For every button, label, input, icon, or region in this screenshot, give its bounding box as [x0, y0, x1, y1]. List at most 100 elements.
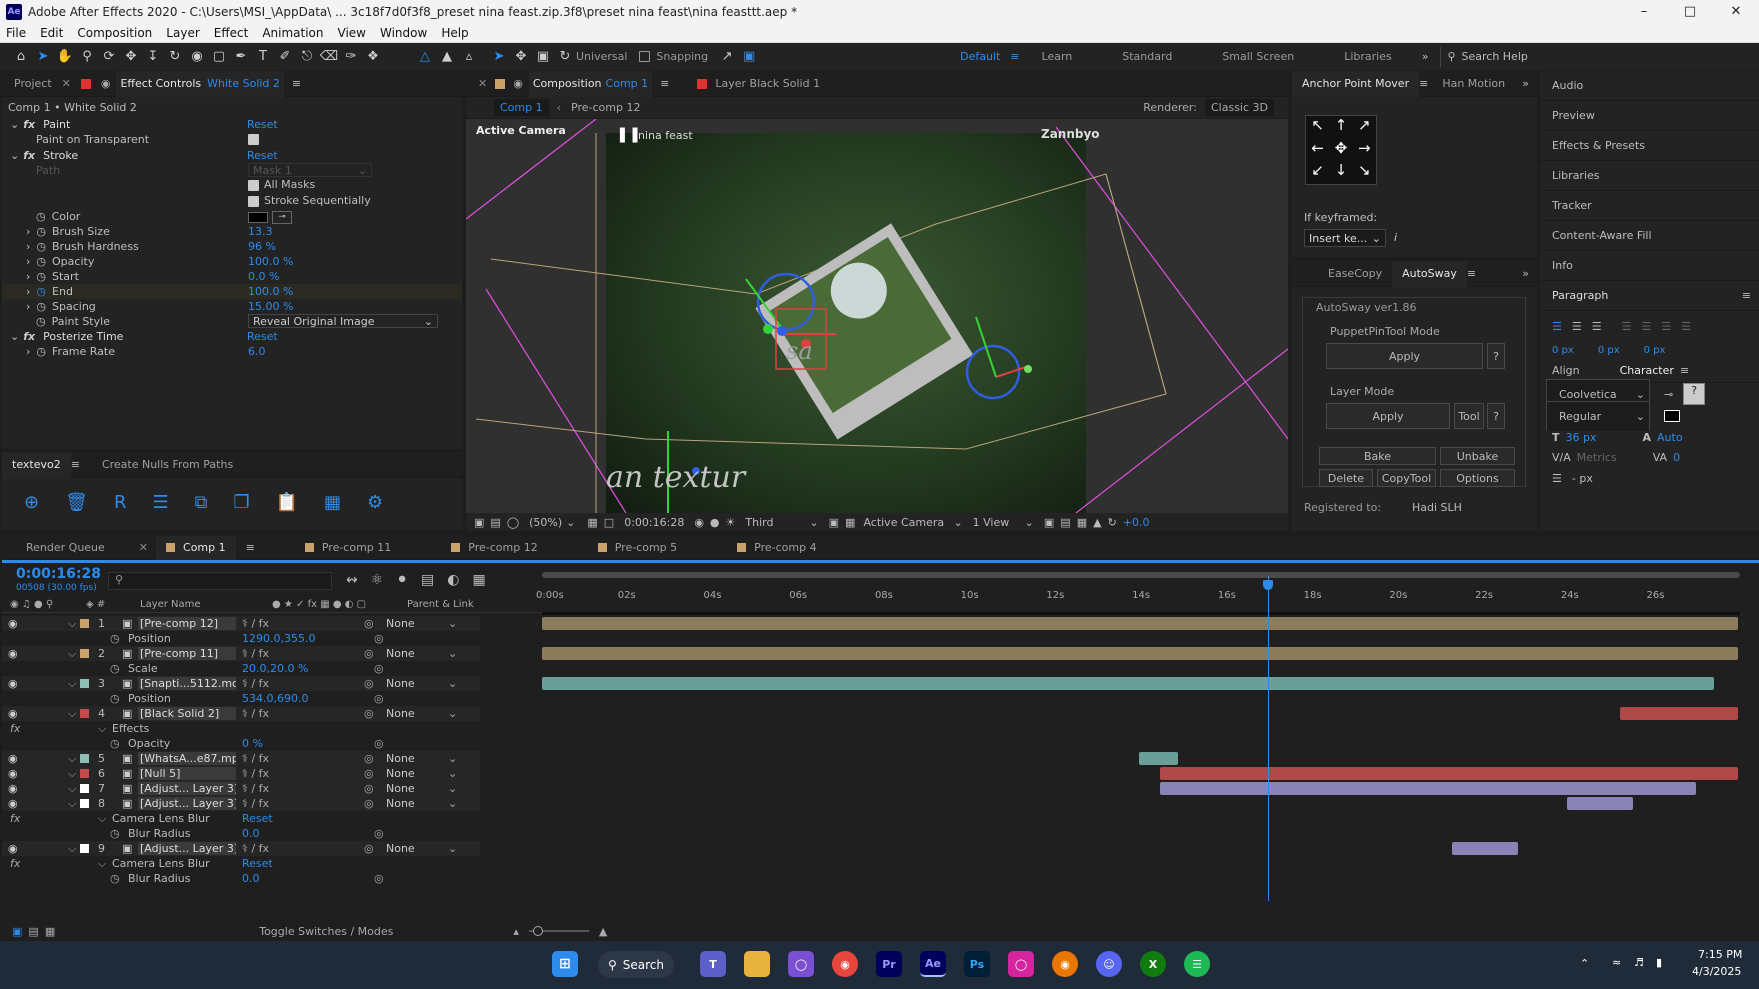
expand-arrow-icon[interactable]: ⌵ [68, 797, 76, 811]
menu-window[interactable]: Window [380, 26, 427, 40]
reset-exposure-icon[interactable]: ↻ [1108, 516, 1117, 529]
parent-dropdown[interactable]: None [386, 677, 415, 690]
property-value[interactable]: 0.0 [242, 872, 260, 885]
timeline-icon[interactable]: ▦ [1077, 516, 1087, 529]
visibility-eye-icon[interactable]: ◉ [8, 797, 18, 810]
workspace-menu-icon[interactable]: ≡ [1010, 50, 1019, 63]
parent-dropdown[interactable]: None [386, 617, 415, 630]
end-value[interactable]: 100.0 % [248, 285, 293, 298]
visibility-eye-icon[interactable]: ◉ [8, 617, 18, 630]
render-icon[interactable]: ▣ [12, 925, 22, 938]
brush-tool-icon[interactable]: ✐ [274, 46, 296, 68]
pickwhip-icon[interactable]: ◎ [364, 707, 374, 720]
expand-arrow-icon[interactable]: › [26, 285, 30, 298]
more-panels-icon[interactable]: » [1522, 267, 1529, 280]
search-help-field[interactable]: ⚲ Search Help [1440, 46, 1630, 67]
tab-easecopy[interactable]: EaseCopy [1292, 261, 1392, 287]
snap-features-icon[interactable]: ▣ [738, 46, 760, 68]
toggle-switches-modes[interactable]: Toggle Switches / Modes [259, 925, 393, 938]
expand-arrow-icon[interactable]: ⌄ [10, 118, 19, 131]
xbox-icon[interactable]: X [1140, 951, 1166, 977]
layer-name-header[interactable]: Layer Name [140, 599, 201, 610]
brush-hardness-value[interactable]: 96 % [248, 240, 276, 253]
renderer-value[interactable]: Classic 3D [1204, 99, 1274, 116]
label-color-swatch[interactable] [80, 784, 89, 793]
blender-icon[interactable]: ◉ [1052, 951, 1078, 977]
clone-stamp-icon[interactable]: ⎋ [296, 46, 318, 68]
layer-duration-bar[interactable] [1566, 797, 1633, 810]
workspace-small-screen[interactable]: Small Screen [1222, 50, 1294, 63]
view-layout-select[interactable]: 1 View [973, 516, 1025, 529]
menu-edit[interactable]: Edit [40, 26, 63, 40]
color-swatch[interactable] [248, 212, 268, 223]
opacity-value[interactable]: 100.0 % [248, 255, 293, 268]
menu-file[interactable]: File [6, 26, 26, 40]
menu-animation[interactable]: Animation [262, 26, 323, 40]
expand-arrow-icon[interactable]: ⌵ [68, 677, 76, 691]
snapping-label[interactable]: Snapping [656, 50, 708, 63]
current-time-display[interactable]: 0:00:16:28 [624, 516, 684, 529]
pickwhip-icon[interactable]: ◎ [364, 767, 374, 780]
parent-link-header[interactable]: Parent & Link [407, 599, 474, 610]
tab-autosway[interactable]: AutoSway [1392, 261, 1467, 287]
visibility-eye-icon[interactable]: ◉ [8, 767, 18, 780]
pickwhip-icon[interactable]: ◎ [364, 752, 374, 765]
stopwatch-icon[interactable]: ◷ [110, 827, 120, 840]
add-icon[interactable]: ⊕ [24, 492, 39, 513]
home-icon[interactable]: ⌂ [10, 46, 32, 68]
justify-center-icon[interactable]: ☰ [1642, 320, 1652, 333]
layer-row[interactable]: ◉ ⌵ 5 ▣ [WhatsA...e87.mp4] ⚕ / fx ◎ None ⌄ [2, 751, 480, 766]
posterize-effect-row[interactable]: ⌄ fx Posterize Time [2, 329, 123, 344]
expand-arrow-icon[interactable]: ⌵ [98, 722, 106, 736]
layer-name[interactable]: [Adjust... Layer 3] [138, 797, 236, 810]
panel-menu-icon[interactable]: ≡ [1467, 267, 1476, 280]
visibility-eye-icon[interactable]: ◉ [8, 707, 18, 720]
label-color-swatch[interactable] [80, 649, 89, 658]
trash-icon[interactable]: 🗑 [65, 492, 88, 513]
tab-composition[interactable]: Composition Comp 1 [528, 71, 653, 97]
expand-arrow-icon[interactable]: ⌵ [68, 617, 76, 631]
composition-mini-flowchart-icon[interactable]: ↭ [346, 572, 358, 588]
expand-arrow-icon[interactable]: ⌵ [68, 752, 76, 766]
indent-right-value[interactable]: 0 px [1598, 345, 1620, 356]
layer-duration-bar[interactable] [542, 647, 1738, 660]
layer-row[interactable]: ◉ ⌵ 7 ▣ [Adjust... Layer 3] ⚕ / fx ◎ None ⌄ [2, 781, 480, 796]
pickwhip-icon[interactable]: ◎ [364, 677, 374, 690]
snapping-checkbox[interactable] [639, 51, 651, 62]
paint-reset-link[interactable]: Reset [247, 118, 278, 131]
anchor-bottom-icon[interactable]: ↓ [1329, 161, 1352, 184]
font-size-value[interactable]: 36 px [1566, 431, 1597, 444]
camera-view-select[interactable]: Active Camera [863, 516, 953, 529]
layer-duration-bar[interactable] [542, 617, 1738, 630]
rectangle-tool-icon[interactable]: ▢ [208, 46, 230, 68]
teams-icon[interactable]: T [700, 951, 726, 977]
layer-duration-bar[interactable] [1160, 782, 1697, 795]
property-value[interactable]: 1290.0,355.0 [242, 632, 315, 645]
eyedropper-icon[interactable]: ⊸ [1664, 388, 1673, 401]
layer-name[interactable]: [Adjust... Layer 3] [138, 782, 236, 795]
transparency-grid-icon[interactable]: ▦ [845, 516, 855, 529]
selection-tool-icon[interactable]: ➤ [32, 46, 54, 68]
layer-row[interactable]: ◉ ⌵ 6 ▣ [Null 5] ⚕ / fx ◎ None ⌄ [2, 766, 480, 781]
delete-button[interactable]: Delete [1319, 469, 1373, 487]
layer-name[interactable]: [WhatsA...e87.mp4] [138, 752, 236, 765]
parent-dropdown[interactable]: None [386, 752, 415, 765]
expand-arrow-icon[interactable]: › [26, 345, 30, 358]
menu-composition[interactable]: Composition [77, 26, 152, 40]
panel-tracker[interactable]: Tracker [1540, 191, 1759, 221]
tab-anchor-point-mover[interactable]: Anchor Point Mover [1292, 71, 1420, 97]
layer-apply-button[interactable]: Apply [1326, 403, 1450, 429]
zoom-tool-icon[interactable]: ⚲ [76, 46, 98, 68]
preview-toggle-icon[interactable]: ▣ [474, 516, 484, 529]
align-right-icon[interactable]: ☰ [1592, 320, 1602, 333]
fx-icon[interactable]: fx [10, 857, 20, 870]
type-tool-icon[interactable]: T [252, 46, 274, 68]
snap-edges-icon[interactable]: ↗ [716, 46, 738, 68]
grid-icon[interactable]: ▦ [324, 492, 341, 513]
anchor-top-icon[interactable]: ↑ [1329, 116, 1352, 139]
stopwatch-icon[interactable]: ◷ [36, 300, 46, 313]
stopwatch-icon[interactable]: ◷ [36, 345, 46, 358]
justify-left-icon[interactable]: ☰ [1622, 320, 1632, 333]
anchor-top-right-icon[interactable]: ↗ [1353, 116, 1376, 139]
tab-create-nulls[interactable]: Create Nulls From Paths [92, 452, 243, 478]
